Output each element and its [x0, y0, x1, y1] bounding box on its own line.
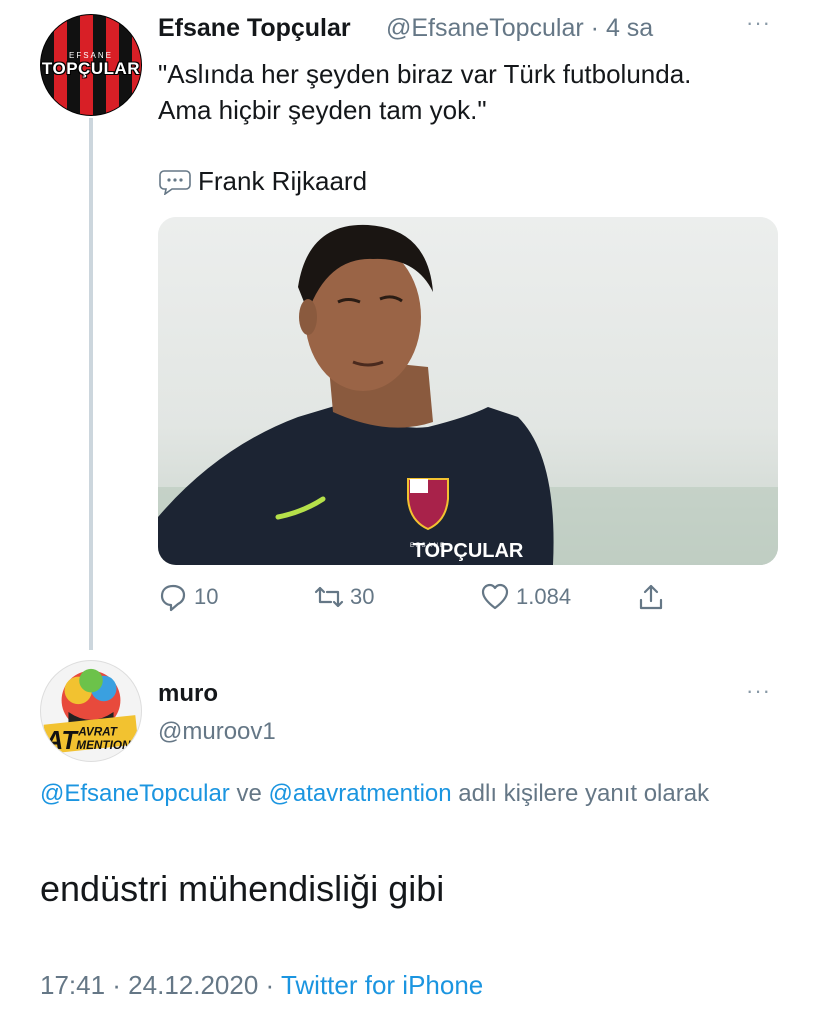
replying-to: @EfsaneTopcular ve @atavratmention adlı … — [40, 774, 780, 814]
author-avatar[interactable]: EFSANE TOPÇULAR — [40, 14, 142, 116]
retweet-button[interactable]: 30 — [314, 582, 374, 612]
speech-bubble-icon — [159, 169, 191, 195]
quote-attribution: Frank Rijkaard — [158, 166, 367, 197]
mention-link-2[interactable]: @atavratmention — [269, 780, 452, 807]
reply-more-icon[interactable]: ··· — [746, 678, 771, 704]
author-name[interactable]: Efsane Topçular — [158, 14, 351, 43]
reply-author-name[interactable]: muro — [158, 680, 218, 708]
tweet-text-line-1: "Aslında her şeyden biraz var Türk futbo… — [158, 59, 692, 89]
mention-link-1[interactable]: @EfsaneTopcular — [40, 780, 230, 807]
photo-illustration: EFSANE TOPÇULAR — [158, 217, 778, 565]
reply-meta: 17:41 · 24.12.2020 · Twitter for iPhone — [40, 970, 483, 1001]
like-button[interactable]: 1.084 — [480, 582, 571, 612]
replying-connector: ve — [236, 780, 262, 807]
like-icon — [481, 583, 509, 610]
reply-avatar-text-bottom: MENTION — [76, 739, 131, 752]
reply-icon — [160, 584, 186, 612]
avatar-logo: TOPÇULAR — [41, 59, 141, 78]
reply-count: 10 — [194, 584, 219, 609]
retweet-count: 30 — [350, 584, 375, 609]
share-icon — [639, 584, 663, 610]
reply-timestamp: 17:41 · 24.12.2020 · — [40, 970, 275, 1000]
reply-author-handle[interactable]: @muroov1 — [158, 718, 276, 746]
tweet-time[interactable]: · 4 sa — [591, 14, 654, 42]
tweet-text: "Aslında her şeyden biraz var Türk futbo… — [158, 56, 798, 128]
tweet-source-link[interactable]: Twitter for iPhone — [281, 970, 483, 1000]
replying-suffix: adlı kişilere yanıt olarak — [458, 780, 710, 807]
author-handle-time[interactable]: @EfsaneTopcular · 4 sa — [386, 14, 653, 43]
tweet-text-line-2: Ama hiçbir şeyden tam yok." — [158, 95, 487, 125]
reply-avatar-text-at: AT — [44, 727, 80, 755]
author-handle[interactable]: @EfsaneTopcular — [386, 14, 584, 42]
quote-author: Frank Rijkaard — [198, 166, 368, 196]
retweet-icon — [314, 586, 344, 608]
share-button[interactable] — [636, 582, 666, 612]
reply-text: endüstri mühendisliği gibi — [40, 868, 445, 909]
reply-author-avatar[interactable]: AT AVRAT MENTION — [40, 660, 142, 762]
reply-avatar-illustration: AT AVRAT MENTION — [43, 668, 139, 755]
reply-button[interactable]: 10 — [158, 582, 218, 612]
tweet-actions: 10 30 1.084 — [158, 582, 678, 618]
photo-watermark: TOPÇULAR — [413, 540, 524, 562]
reply-avatar-text-top: AVRAT — [77, 726, 118, 739]
like-count: 1.084 — [516, 584, 572, 609]
tweet-photo[interactable]: EFSANE TOPÇULAR — [158, 217, 778, 565]
more-icon[interactable]: ··· — [746, 10, 771, 36]
thread-connector-line — [89, 118, 93, 650]
